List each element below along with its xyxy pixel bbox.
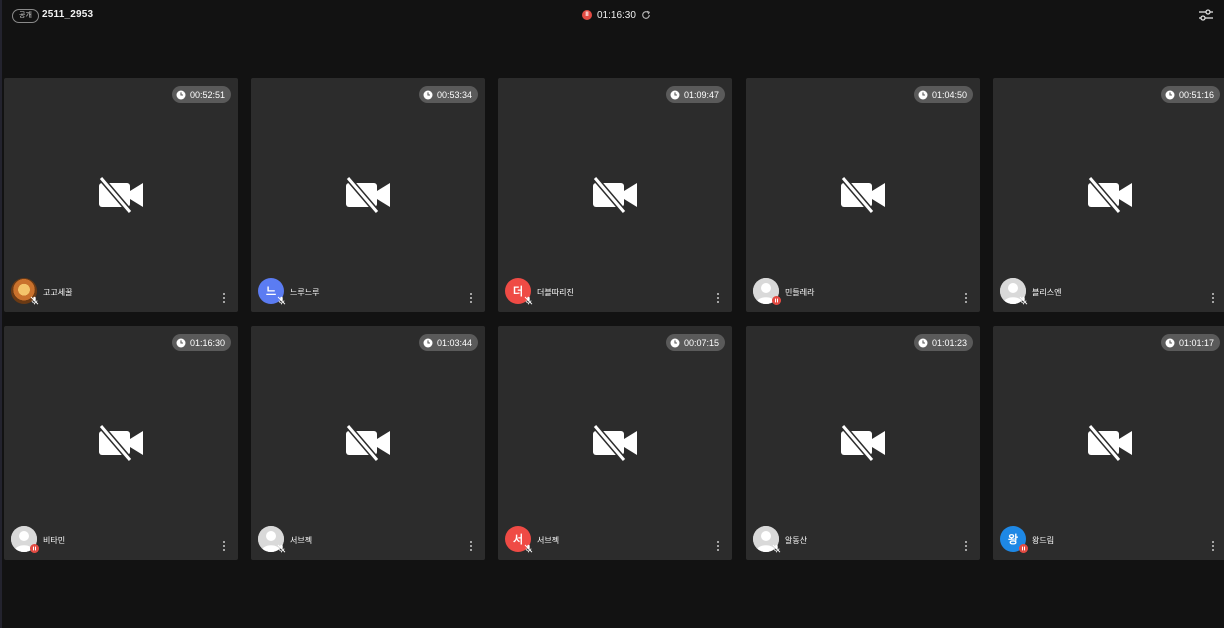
mic-muted-icon [772, 544, 781, 553]
duration-badge: 00:07:15 [665, 334, 725, 351]
mic-muted-icon [524, 544, 533, 553]
mic-muted-icon [30, 296, 39, 305]
participant-tile[interactable]: 01:03:44 서브젝 [251, 326, 485, 560]
participant-name: 알동산 [785, 536, 808, 545]
duration-badge: 00:53:34 [418, 86, 478, 103]
participant-duration: 00:07:15 [683, 337, 719, 348]
refresh-icon[interactable] [641, 10, 651, 20]
participant-tile[interactable]: 00:07:15 서 서브젝 [498, 326, 732, 560]
mic-muted-icon [277, 296, 286, 305]
duration-badge: 01:09:47 [665, 86, 725, 103]
recording-badge-icon [1019, 544, 1028, 553]
clock-icon [176, 338, 186, 347]
participant-duration: 01:01:23 [931, 337, 967, 348]
recording-indicator-icon: II [582, 10, 592, 20]
clock-icon [1165, 90, 1175, 99]
participant-duration: 01:09:47 [683, 89, 719, 100]
clock-icon [918, 90, 928, 99]
participant-tile[interactable]: 00:51:16 블리스엔 [993, 78, 1224, 312]
camera-off-icon [98, 425, 143, 461]
participant-duration: 00:53:34 [436, 89, 472, 100]
more-options-icon[interactable] [716, 292, 720, 304]
camera-off-icon [840, 425, 885, 461]
participant-tile[interactable]: 01:01:23 알동산 [746, 326, 980, 560]
participant-tile[interactable]: 00:52:51 고고세꿀 [4, 78, 238, 312]
clock-icon [918, 338, 928, 347]
participant-name: 왕드림 [1032, 536, 1055, 545]
participant-name: 비타민 [43, 536, 66, 545]
camera-off-icon [98, 177, 143, 213]
participant-duration: 00:51:16 [1178, 89, 1214, 100]
duration-badge: 00:51:16 [1160, 86, 1220, 103]
clock-icon [423, 338, 433, 347]
participant-tile[interactable]: 01:04:50 민들레라 [746, 78, 980, 312]
session-timer: II 01:16:30 [582, 8, 651, 22]
participant-name: 서브젝 [290, 536, 313, 545]
more-options-icon[interactable] [964, 540, 968, 552]
clock-icon [176, 90, 186, 99]
camera-off-icon [592, 177, 637, 213]
participant-name: 더블따리진 [537, 288, 574, 297]
duration-badge: 01:01:23 [913, 334, 973, 351]
clock-icon [1165, 338, 1175, 347]
more-options-icon[interactable] [1211, 540, 1215, 552]
participant-duration: 01:01:17 [1178, 337, 1214, 348]
duration-badge: 01:03:44 [418, 334, 478, 351]
duration-badge: 01:01:17 [1160, 334, 1220, 351]
camera-off-icon [1087, 177, 1132, 213]
more-options-icon[interactable] [469, 292, 473, 304]
camera-off-icon [1087, 425, 1132, 461]
more-options-icon[interactable] [222, 292, 226, 304]
mic-muted-icon [1019, 296, 1028, 305]
participant-name: 블리스엔 [1032, 288, 1062, 297]
clock-icon [670, 90, 680, 99]
participant-duration: 01:16:30 [189, 337, 225, 348]
participant-name: 서브젝 [537, 536, 560, 545]
participant-name: 고고세꿀 [43, 288, 73, 297]
participant-tile[interactable]: 01:01:17 왕 왕드림 [993, 326, 1224, 560]
camera-off-icon [345, 177, 390, 213]
mic-muted-icon [277, 544, 286, 553]
visibility-badge: 공개 [12, 9, 39, 23]
camera-off-icon [592, 425, 637, 461]
session-elapsed-time: 01:16:30 [597, 9, 636, 21]
more-options-icon[interactable] [469, 540, 473, 552]
clock-icon [670, 338, 680, 347]
participant-duration: 00:52:51 [189, 89, 225, 100]
duration-badge: 01:04:50 [913, 86, 973, 103]
participant-name: 느루느루 [290, 288, 320, 297]
participant-duration: 01:03:44 [436, 337, 472, 348]
recording-badge-icon [772, 296, 781, 305]
duration-badge: 01:16:30 [171, 334, 231, 351]
room-title: 2511_2953 [42, 9, 94, 20]
participant-duration: 01:04:50 [931, 89, 967, 100]
participant-tile[interactable]: 00:53:34 느 느루느루 [251, 78, 485, 312]
settings-sliders-icon[interactable] [1198, 8, 1214, 22]
more-options-icon[interactable] [964, 292, 968, 304]
participant-tile[interactable]: 01:16:30 비타민 [4, 326, 238, 560]
recording-badge-icon [30, 544, 39, 553]
more-options-icon[interactable] [222, 540, 226, 552]
more-options-icon[interactable] [716, 540, 720, 552]
camera-off-icon [840, 177, 885, 213]
clock-icon [423, 90, 433, 99]
camera-off-icon [345, 425, 390, 461]
top-bar: 공개 2511_2953 II 01:16:30 [2, 0, 1224, 30]
mic-muted-icon [524, 296, 533, 305]
more-options-icon[interactable] [1211, 292, 1215, 304]
participant-tile[interactable]: 01:09:47 더 더블따리진 [498, 78, 732, 312]
participant-name: 민들레라 [785, 288, 815, 297]
duration-badge: 00:52:51 [171, 86, 231, 103]
